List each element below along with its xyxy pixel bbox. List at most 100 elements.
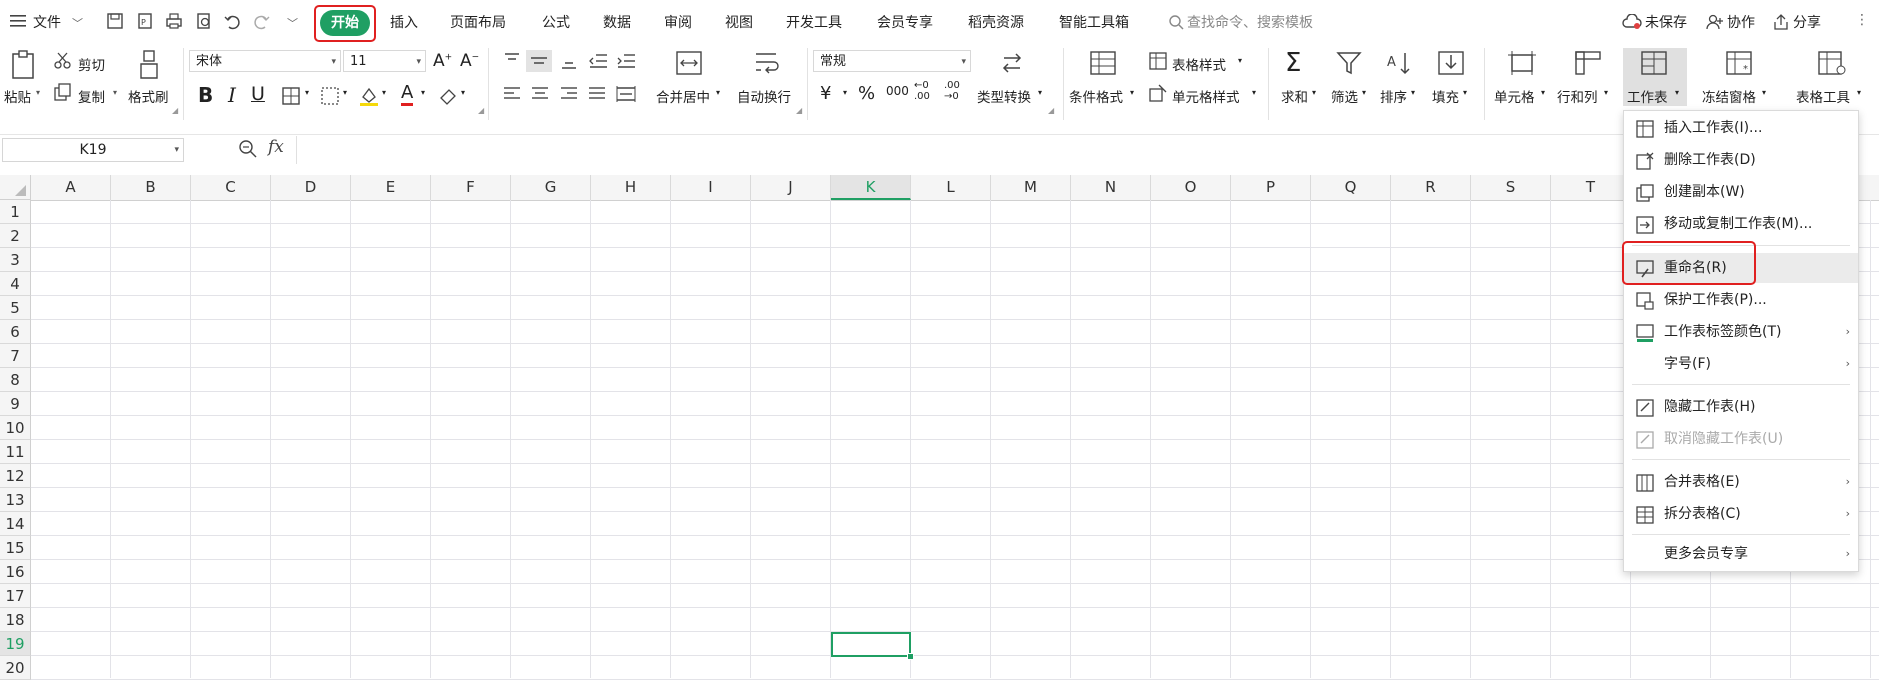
tab-insert[interactable]: 插入 <box>390 12 418 32</box>
save-icon[interactable] <box>106 12 124 30</box>
row-header-16[interactable]: 16 <box>0 560 31 584</box>
sort-button[interactable]: 排序 <box>1380 86 1407 106</box>
fill-icon[interactable] <box>1437 50 1465 80</box>
menu-item-tab-color[interactable]: 工作表标签颜色(T) › <box>1624 317 1858 347</box>
merge-center-icon[interactable] <box>675 50 703 80</box>
sort-dropdown-icon[interactable]: ▾ <box>1411 88 1415 97</box>
conditional-format-icon[interactable] <box>1089 50 1117 80</box>
row-column-dropdown-icon[interactable]: ▾ <box>1604 88 1608 97</box>
menu-item-hide-sheet[interactable]: 隐藏工作表(H) <box>1624 392 1858 422</box>
currency-dropdown-icon[interactable]: ▾ <box>843 88 847 97</box>
dialog-launcher-icon[interactable]: ◢ <box>478 106 484 115</box>
unsaved-status[interactable]: 未保存 <box>1645 12 1687 32</box>
sum-button[interactable]: 求和 <box>1281 86 1308 106</box>
sum-dropdown-icon[interactable]: ▾ <box>1312 88 1316 97</box>
convert-type-button[interactable]: 类型转换 <box>977 86 1031 106</box>
fill-button[interactable]: 填充 <box>1432 86 1459 106</box>
fill-pattern-dropdown-icon[interactable]: ▾ <box>343 88 347 97</box>
row-header-13[interactable]: 13 <box>0 488 31 512</box>
fill-color-icon[interactable] <box>358 85 380 111</box>
thousands-separator-icon[interactable]: 000 <box>886 84 909 98</box>
tab-developer[interactable]: 开发工具 <box>786 12 842 32</box>
row-header-17[interactable]: 17 <box>0 584 31 608</box>
tab-data[interactable]: 数据 <box>603 12 631 32</box>
row-header-2[interactable]: 2 <box>0 224 31 248</box>
undo-icon[interactable] <box>223 12 241 30</box>
command-search-input[interactable]: 查找命令、搜索模板 <box>1187 12 1313 32</box>
cond-format-dropdown-icon[interactable]: ▾ <box>1130 88 1134 97</box>
increase-indent-icon[interactable] <box>616 52 636 74</box>
freeze-panes-button[interactable]: 冻结窗格 <box>1702 86 1756 106</box>
more-options-icon[interactable]: ⋮ <box>1855 12 1869 28</box>
column-header-l[interactable]: L <box>911 175 991 200</box>
row-header-9[interactable]: 9 <box>0 392 31 416</box>
bold-icon[interactable]: B <box>198 83 213 107</box>
merge-dropdown-icon[interactable]: ▾ <box>716 88 720 97</box>
select-all-corner[interactable] <box>0 175 31 200</box>
cut-button[interactable]: 剪切 <box>78 54 105 74</box>
tab-member[interactable]: 会员专享 <box>877 12 933 32</box>
row-header-20[interactable]: 20 <box>0 656 31 680</box>
distributed-align-icon[interactable] <box>616 85 636 107</box>
quick-access-more-icon[interactable]: ﹀ <box>287 15 298 31</box>
row-header-15[interactable]: 15 <box>0 536 31 560</box>
font-size-select[interactable]: 11 ▾ <box>343 50 426 72</box>
fill-pattern-icon[interactable] <box>320 86 340 110</box>
cell-style-button[interactable]: 单元格样式 <box>1172 86 1240 106</box>
tab-page-layout[interactable]: 页面布局 <box>450 12 506 32</box>
column-header-a[interactable]: A <box>31 175 111 200</box>
column-header-n[interactable]: N <box>1071 175 1151 200</box>
row-header-11[interactable]: 11 <box>0 440 31 464</box>
fill-dropdown-icon[interactable]: ▾ <box>1463 88 1467 97</box>
border-icon[interactable] <box>281 86 301 110</box>
column-header-i[interactable]: I <box>671 175 751 200</box>
font-color-dropdown-icon[interactable]: ▾ <box>421 88 425 97</box>
tab-docer[interactable]: 稻壳资源 <box>968 12 1024 32</box>
align-top-icon[interactable] <box>503 52 521 74</box>
merge-center-button[interactable]: 合并居中 <box>656 86 710 106</box>
filter-icon[interactable] <box>1336 50 1362 80</box>
menu-item-merge-tables[interactable]: 合并表格(E) › <box>1624 467 1858 497</box>
menu-item-more-member[interactable]: 更多会员专享 › <box>1624 539 1858 569</box>
menu-item-insert-sheet[interactable]: 插入工作表(I)... <box>1624 113 1858 143</box>
table-style-icon[interactable] <box>1149 52 1167 74</box>
insert-function-button[interactable]: fx <box>268 137 284 157</box>
column-header-g[interactable]: G <box>511 175 591 200</box>
share-button[interactable]: 分享 <box>1793 12 1821 32</box>
worksheet-dropdown-icon[interactable]: ▾ <box>1675 88 1679 97</box>
dialog-launcher-icon[interactable]: ◢ <box>1048 106 1054 115</box>
column-header-e[interactable]: E <box>351 175 431 200</box>
row-header-5[interactable]: 5 <box>0 296 31 320</box>
font-name-select[interactable]: 宋体 ▾ <box>189 50 341 72</box>
column-header-t[interactable]: T <box>1551 175 1631 200</box>
border-dropdown-icon[interactable]: ▾ <box>305 88 309 97</box>
fill-handle[interactable] <box>907 653 914 660</box>
row-header-8[interactable]: 8 <box>0 368 31 392</box>
fill-color-dropdown-icon[interactable]: ▾ <box>382 88 386 97</box>
row-header-7[interactable]: 7 <box>0 344 31 368</box>
freeze-panes-icon[interactable]: * <box>1725 50 1755 80</box>
align-middle-icon[interactable] <box>526 50 552 72</box>
align-right-icon[interactable] <box>560 85 578 107</box>
row-header-12[interactable]: 12 <box>0 464 31 488</box>
worksheet-button[interactable]: 工作表 <box>1627 86 1668 106</box>
align-left-icon[interactable] <box>503 85 521 107</box>
print-icon[interactable] <box>165 12 183 30</box>
sum-icon[interactable]: Σ <box>1285 48 1301 78</box>
menu-item-move-copy-sheet[interactable]: 移动或复制工作表(M)... <box>1624 209 1858 239</box>
redo-icon[interactable] <box>253 12 271 30</box>
column-header-j[interactable]: J <box>751 175 831 200</box>
row-header-4[interactable]: 4 <box>0 272 31 296</box>
eraser-icon[interactable] <box>438 86 458 110</box>
cell-style-dropdown-icon[interactable]: ▾ <box>1252 88 1256 97</box>
increase-decimal-icon[interactable]: ←0.00 <box>914 80 930 102</box>
column-header-o[interactable]: O <box>1151 175 1231 200</box>
copy-dropdown-icon[interactable]: ▾ <box>113 88 117 97</box>
column-header-q[interactable]: Q <box>1311 175 1391 200</box>
currency-icon[interactable]: ¥ <box>820 83 831 104</box>
underline-icon[interactable]: U <box>251 83 265 105</box>
column-header-m[interactable]: M <box>991 175 1071 200</box>
hamburger-menu-icon[interactable] <box>10 14 26 28</box>
increase-font-icon[interactable]: A+ <box>433 51 452 71</box>
row-header-19[interactable]: 19 <box>0 632 31 656</box>
